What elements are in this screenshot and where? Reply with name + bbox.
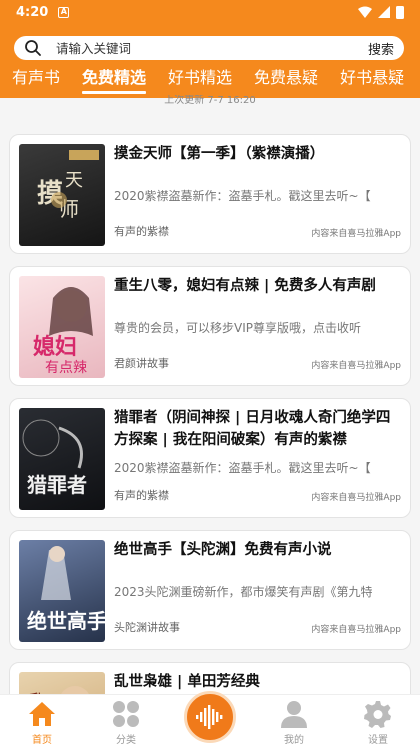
status-time: 4:20 <box>16 4 49 20</box>
battery-icon <box>396 5 404 19</box>
book-cover: 媳妇 有点辣 <box>19 276 105 378</box>
book-title: 猎罪者（阴间神探 | 日月收魂人奇门绝学四方探案 | 我在阳间破案）有声的紫襟 <box>114 410 391 448</box>
nav-settings[interactable]: 设置 <box>336 699 420 746</box>
search-bar[interactable]: 搜索 <box>14 36 404 60</box>
svg-text:绝世高手: 绝世高手 <box>27 609 105 633</box>
book-author: 有声的紫襟 <box>114 489 169 502</box>
app-header: 4:20 A 搜索 有声书 免费精选 好书精选 免费悬疑 好书悬疑 <box>0 0 420 98</box>
book-source: 内容来自喜马拉雅App <box>311 625 401 635</box>
book-author: 头陀渊讲故事 <box>114 621 180 634</box>
book-cover: 绝世高手 <box>19 540 105 642</box>
book-source: 内容来自喜马拉雅App <box>311 493 401 503</box>
search-input[interactable] <box>56 40 360 56</box>
book-card[interactable]: 绝世高手 绝世高手【头陀渊】免费有声小说 2023头陀渊重磅新作，都市爆笑有声剧… <box>9 530 411 650</box>
book-card[interactable]: 媳妇 有点辣 重生八零，媳妇有点辣 | 免费多人有声剧 尊贵的会员，可以移步VIP… <box>9 266 411 386</box>
book-title: 绝世高手【头陀渊】免费有声小说 <box>114 542 332 558</box>
nav-label: 首页 <box>32 735 52 746</box>
book-card[interactable]: 摸天师 摸金天师【第一季】（紫襟演播） 2020紫襟盗墓新作：盗墓手札。戳这里去… <box>9 134 411 254</box>
gear-icon <box>364 701 391 728</box>
player-button[interactable] <box>184 691 236 743</box>
book-source: 内容来自喜马拉雅App <box>311 361 401 371</box>
nav-label: 设置 <box>368 735 388 746</box>
wifi-icon <box>358 6 372 18</box>
status-bar: 4:20 A <box>0 0 420 24</box>
nav-home[interactable]: 首页 <box>0 699 84 746</box>
svg-text:媳妇: 媳妇 <box>33 334 77 360</box>
signal-icon <box>378 6 390 18</box>
svg-text:猎罪者: 猎罪者 <box>27 473 87 497</box>
nav-category[interactable]: 分类 <box>84 699 168 746</box>
book-cover: 摸天师 <box>19 144 105 246</box>
book-list: 摸天师 摸金天师【第一季】（紫襟演播） 2020紫襟盗墓新作：盗墓手札。戳这里去… <box>0 98 420 694</box>
svg-text:有点辣: 有点辣 <box>45 360 87 376</box>
tab-free-picks[interactable]: 免费精选 <box>71 65 157 94</box>
book-desc: 2020紫襟盗墓新作：盗墓手札。戳这里去听~【 <box>114 461 371 475</box>
category-icon <box>113 701 139 727</box>
book-author: 君颜讲故事 <box>114 357 169 370</box>
book-title: 摸金天师【第一季】（紫襟演播） <box>114 146 325 162</box>
search-icon <box>25 40 41 56</box>
book-card[interactable]: 乱 乱世枭雄 | 单田芳经典 <box>9 662 411 694</box>
tab-free-suspense[interactable]: 免费悬疑 <box>243 65 329 93</box>
svg-text:天: 天 <box>65 170 83 191</box>
book-title: 重生八零，媳妇有点辣 | 免费多人有声剧 <box>114 278 376 294</box>
nav-label: 我的 <box>284 735 304 746</box>
home-icon <box>29 702 55 726</box>
audio-wave-icon <box>196 705 223 729</box>
tab-good-books[interactable]: 好书精选 <box>157 65 243 93</box>
book-desc: 2020紫襟盗墓新作：盗墓手札。戳这里去听~【 <box>114 189 371 203</box>
book-desc: 2023头陀渊重磅新作，都市爆笑有声剧《第九特 <box>114 585 373 599</box>
nav-mine[interactable]: 我的 <box>252 699 336 746</box>
user-icon <box>281 701 307 728</box>
book-cover: 猎罪者 <box>19 408 105 510</box>
book-desc: 尊贵的会员，可以移步VIP尊享版哦，点击收听 <box>114 321 361 335</box>
notification-icon: A <box>58 6 70 18</box>
book-author: 有声的紫襟 <box>114 225 169 238</box>
nav-label: 分类 <box>116 735 136 746</box>
bottom-nav: 首页 分类 我的 设置 <box>0 691 420 746</box>
tab-audiobook[interactable]: 有声书 <box>0 65 71 93</box>
search-button[interactable]: 搜索 <box>368 39 394 58</box>
category-tabs: 有声书 免费精选 好书精选 免费悬疑 好书悬疑 <box>0 64 420 94</box>
book-cover: 乱 <box>19 672 105 694</box>
tab-good-suspense[interactable]: 好书悬疑 <box>329 65 415 93</box>
book-card[interactable]: 猎罪者 猎罪者（阴间神探 | 日月收魂人奇门绝学四方探案 | 我在阳间破案）有声… <box>9 398 411 518</box>
book-title: 乱世枭雄 | 单田芳经典 <box>114 674 260 690</box>
book-source: 内容来自喜马拉雅App <box>311 229 401 239</box>
